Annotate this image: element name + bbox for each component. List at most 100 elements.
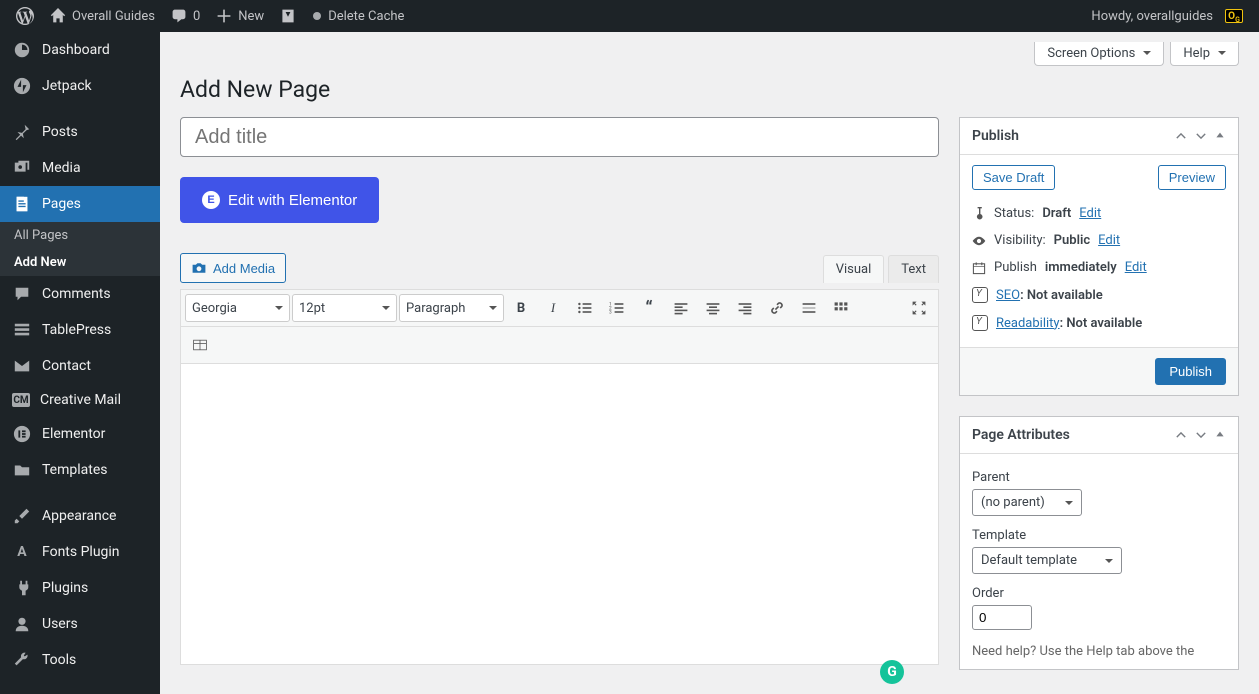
sidebar-item-tools[interactable]: Tools	[0, 642, 160, 678]
font-family-select[interactable]: Georgia	[185, 294, 290, 322]
chevron-up-icon[interactable]	[1174, 428, 1188, 442]
sidebar-item-comments[interactable]: Comments	[0, 276, 160, 312]
publish-panel: Publish Save Draft Preview	[959, 117, 1239, 396]
edit-elementor-button[interactable]: E Edit with Elementor	[180, 177, 379, 223]
new-label: New	[238, 9, 264, 24]
pin-icon	[12, 122, 32, 142]
comment-icon	[12, 284, 32, 304]
chevron-down-icon[interactable]	[1194, 129, 1208, 143]
chevron-down-icon[interactable]	[1194, 428, 1208, 442]
media-icon	[12, 158, 32, 178]
admin-sidebar: Dashboard Jetpack Posts Media Pages All …	[0, 32, 160, 694]
caret-up-icon[interactable]	[1214, 428, 1226, 440]
sidebar-item-creative-mail[interactable]: CM Creative Mail	[0, 384, 160, 416]
sidebar-item-fonts[interactable]: A Fonts Plugin	[0, 534, 160, 570]
italic-button[interactable]: I	[538, 294, 568, 322]
comments-link[interactable]: 0	[163, 0, 208, 32]
blockquote-button[interactable]: “	[634, 294, 664, 322]
add-media-button[interactable]: Add Media	[180, 253, 286, 283]
bold-button[interactable]: B	[506, 294, 536, 322]
pages-icon	[12, 194, 32, 214]
sidebar-item-dashboard[interactable]: Dashboard	[0, 32, 160, 68]
title-input[interactable]	[180, 117, 939, 157]
link-icon	[769, 300, 785, 316]
yoast-link[interactable]	[272, 0, 304, 32]
screen-options-tab[interactable]: Screen Options	[1034, 42, 1164, 66]
read-more-button[interactable]	[794, 294, 824, 322]
save-draft-button[interactable]: Save Draft	[972, 165, 1055, 190]
sidebar-item-templates[interactable]: Templates	[0, 452, 160, 488]
fullscreen-button[interactable]	[904, 294, 934, 322]
table-icon	[12, 320, 32, 340]
yoast-icon	[280, 8, 296, 24]
sidebar-label: Fonts Plugin	[42, 544, 120, 560]
edit-status-link[interactable]: Edit	[1079, 206, 1101, 221]
howdy-user[interactable]: Howdy, overallguides OG	[1083, 0, 1251, 32]
yoast-seo-icon	[972, 287, 988, 303]
delete-cache-link[interactable]: Delete Cache	[304, 0, 412, 32]
sidebar-label: Comments	[42, 286, 111, 302]
sidebar-item-plugins[interactable]: Plugins	[0, 570, 160, 606]
page-heading: Add New Page	[180, 76, 1239, 103]
template-label: Template	[972, 528, 1226, 543]
editor-container: Georgia 12pt Paragraph B I 123 “	[180, 289, 939, 665]
template-select[interactable]: Default template	[972, 547, 1122, 574]
toolbar-toggle-button[interactable]	[826, 294, 856, 322]
font-size-select[interactable]: 12pt	[292, 294, 397, 322]
numbered-list-button[interactable]: 123	[602, 294, 632, 322]
sidebar-item-pages[interactable]: Pages	[0, 186, 160, 222]
edit-visibility-link[interactable]: Edit	[1098, 233, 1120, 248]
help-tab[interactable]: Help	[1170, 42, 1239, 66]
caret-up-icon[interactable]	[1214, 129, 1226, 141]
user-icon	[12, 614, 32, 634]
align-left-button[interactable]	[666, 294, 696, 322]
insert-table-button[interactable]	[185, 331, 215, 359]
publish-button[interactable]: Publish	[1155, 358, 1226, 385]
screen-meta-links: Screen Options Help	[180, 42, 1239, 66]
svg-text:3: 3	[609, 310, 612, 316]
sidebar-item-jetpack[interactable]: Jetpack	[0, 68, 160, 104]
cm-icon: CM	[12, 393, 30, 407]
order-input[interactable]	[972, 605, 1032, 630]
site-name: Overall Guides	[72, 9, 155, 24]
submenu-all-pages[interactable]: All Pages	[0, 222, 160, 249]
parent-select[interactable]: (no parent)	[972, 489, 1082, 516]
sidebar-item-users[interactable]: Users	[0, 606, 160, 642]
readability-link[interactable]: Readability	[996, 316, 1060, 331]
sidebar-item-appearance[interactable]: Appearance	[0, 498, 160, 534]
submenu-add-new[interactable]: Add New	[0, 249, 160, 276]
sidebar-item-posts[interactable]: Posts	[0, 114, 160, 150]
new-content-link[interactable]: New	[208, 0, 272, 32]
sidebar-label: Templates	[42, 462, 108, 478]
seo-link[interactable]: SEO	[996, 288, 1020, 303]
font-icon: A	[12, 542, 32, 562]
sidebar-item-contact[interactable]: Contact	[0, 348, 160, 384]
main-content: Screen Options Help Add New Page E Edit …	[160, 32, 1259, 694]
jetpack-icon	[12, 76, 32, 96]
align-center-button[interactable]	[698, 294, 728, 322]
editor-textarea[interactable]	[181, 364, 938, 664]
sidebar-label: Jetpack	[42, 78, 92, 94]
edit-publish-time-link[interactable]: Edit	[1125, 260, 1147, 275]
align-left-icon	[673, 300, 689, 316]
site-home-link[interactable]: Overall Guides	[42, 0, 163, 32]
visual-tab[interactable]: Visual	[823, 255, 885, 283]
sidebar-label: Posts	[42, 124, 78, 140]
chevron-up-icon[interactable]	[1174, 129, 1188, 143]
sidebar-item-elementor[interactable]: Elementor	[0, 416, 160, 452]
text-tab[interactable]: Text	[888, 255, 939, 283]
preview-button[interactable]: Preview	[1158, 165, 1226, 190]
align-right-button[interactable]	[730, 294, 760, 322]
delete-cache-label: Delete Cache	[328, 9, 404, 24]
sidebar-item-media[interactable]: Media	[0, 150, 160, 186]
chevron-down-icon	[275, 306, 283, 314]
grammarly-icon[interactable]: G	[880, 660, 904, 684]
wp-logo[interactable]	[8, 0, 42, 32]
dashboard-icon	[12, 40, 32, 60]
link-button[interactable]	[762, 294, 792, 322]
attributes-panel-title: Page Attributes	[972, 427, 1070, 443]
elementor-logo-icon: E	[202, 191, 220, 209]
sidebar-item-tablepress[interactable]: TablePress	[0, 312, 160, 348]
paragraph-format-select[interactable]: Paragraph	[399, 294, 504, 322]
bullet-list-button[interactable]	[570, 294, 600, 322]
